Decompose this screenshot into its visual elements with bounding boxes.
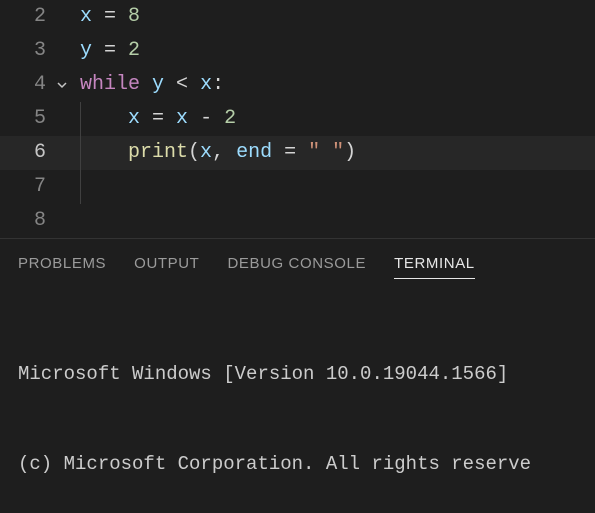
- code-content: x = 8: [72, 0, 140, 34]
- code-line[interactable]: 6 print(x, end = " "): [0, 136, 595, 170]
- line-number: 7: [0, 170, 52, 204]
- line-number: 6: [0, 136, 52, 170]
- line-number: 2: [0, 0, 52, 34]
- code-line[interactable]: 4 while y < x:: [0, 68, 595, 102]
- line-number: 8: [0, 204, 52, 238]
- code-line[interactable]: 8: [0, 204, 595, 238]
- line-number: 4: [0, 68, 52, 102]
- line-number: 3: [0, 34, 52, 68]
- code-content: [72, 170, 81, 204]
- fold-chevron-icon[interactable]: [52, 79, 72, 91]
- code-content: y = 2: [72, 34, 140, 68]
- code-content: while y < x:: [72, 68, 224, 102]
- terminal-line: Microsoft Windows [Version 10.0.19044.15…: [18, 359, 577, 389]
- line-number: 5: [0, 102, 52, 136]
- code-content: x = x - 2: [72, 102, 236, 136]
- panel-tabs: PROBLEMS OUTPUT DEBUG CONSOLE TERMINAL: [0, 247, 595, 289]
- code-line[interactable]: 7: [0, 170, 595, 204]
- code-editor[interactable]: 2x = 83y = 24while y < x:5 x = x - 26 pr…: [0, 0, 595, 238]
- code-line[interactable]: 5 x = x - 2: [0, 102, 595, 136]
- bottom-panel: PROBLEMS OUTPUT DEBUG CONSOLE TERMINAL M…: [0, 238, 595, 513]
- terminal-line: (c) Microsoft Corporation. All rights re…: [18, 449, 577, 479]
- terminal-output[interactable]: Microsoft Windows [Version 10.0.19044.15…: [0, 289, 595, 513]
- tab-output[interactable]: OUTPUT: [134, 255, 199, 279]
- code-line[interactable]: 3 y = 2: [0, 34, 595, 68]
- code-line[interactable]: 2 x = 8: [0, 0, 595, 34]
- tab-debug-console[interactable]: DEBUG CONSOLE: [227, 255, 366, 279]
- code-content: print(x, end = " "): [72, 136, 356, 170]
- tab-problems[interactable]: PROBLEMS: [18, 255, 106, 279]
- tab-terminal[interactable]: TERMINAL: [394, 255, 475, 279]
